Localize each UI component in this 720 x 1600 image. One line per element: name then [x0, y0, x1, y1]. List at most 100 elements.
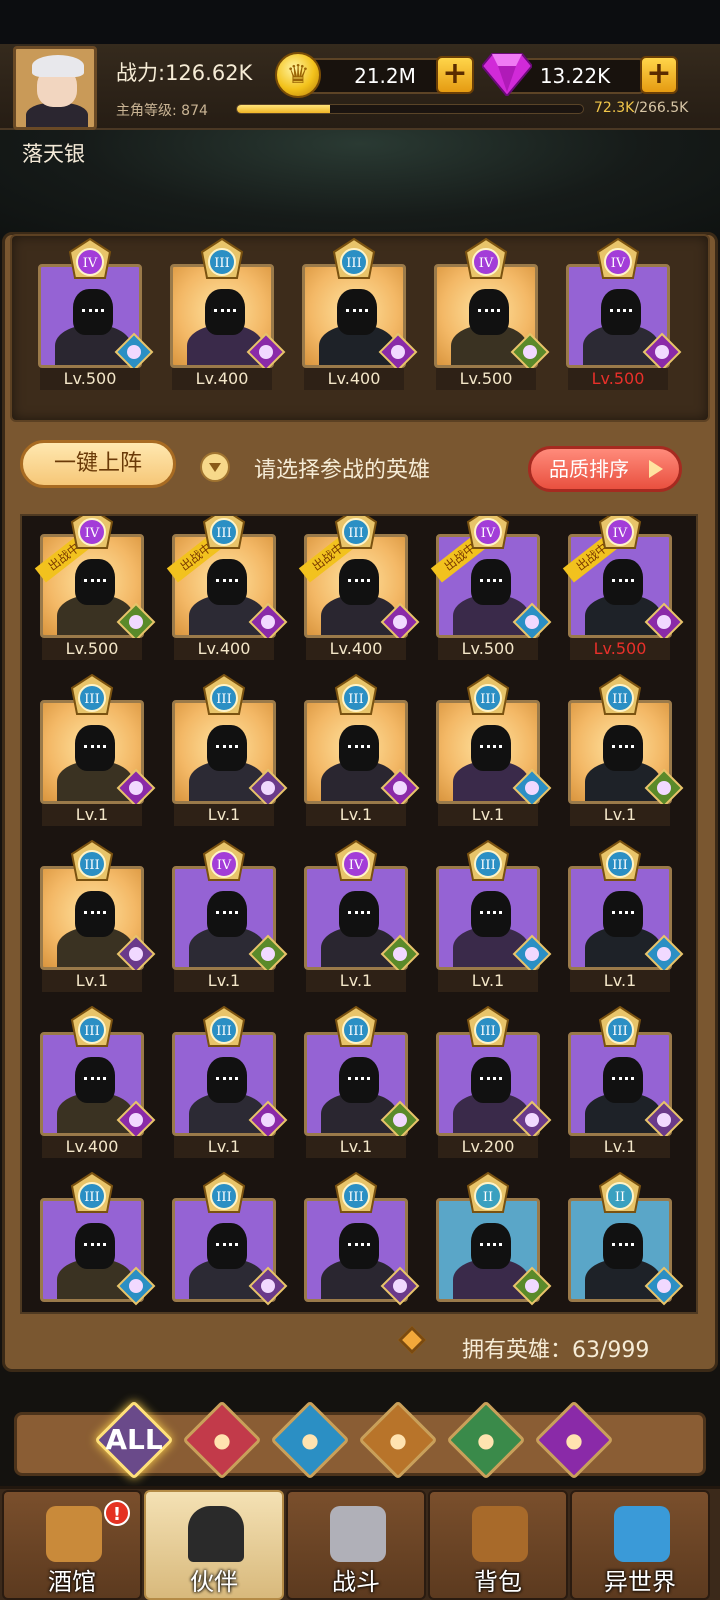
roster-hero-card[interactable]: III Lv.1	[568, 838, 684, 994]
hero-eyes	[612, 911, 634, 917]
filter-elf-label: ●	[477, 1428, 495, 1452]
demon-faction-icon	[248, 602, 288, 642]
rank-badge-icon: III	[334, 516, 378, 549]
nav-tab-otherworld[interactable]: 异世界	[570, 1490, 710, 1600]
nav-tab-partner[interactable]: 伙伴	[144, 1490, 284, 1600]
player-avatar[interactable]	[13, 46, 97, 130]
roster-hero-card[interactable]: 出战中 III Lv.400	[298, 516, 420, 662]
roster-hero-card[interactable]: III	[172, 1170, 288, 1312]
filter-human-label: ●	[213, 1428, 231, 1452]
demon-faction-icon	[644, 602, 684, 642]
character-icon	[188, 1506, 244, 1562]
svg-text:IV: IV	[481, 526, 496, 541]
rank-badge-icon: III	[466, 1006, 510, 1047]
roster-hero-card[interactable]: III Lv.1	[568, 672, 684, 828]
add-gold-button[interactable]: +	[436, 56, 474, 94]
hero-eyes	[480, 911, 502, 917]
hero-eyes	[348, 911, 370, 917]
elf-faction-icon	[116, 602, 156, 642]
roster-hero-card[interactable]: III Lv.1	[304, 1004, 420, 1160]
filter-human[interactable]: ●	[182, 1400, 262, 1480]
nav-tab-partner-label: 伙伴	[190, 1568, 238, 1596]
svg-text:III: III	[216, 1190, 231, 1205]
roster-hero-card[interactable]: III Lv.1	[436, 672, 552, 828]
svg-text:III: III	[480, 858, 495, 873]
exp-progress-bar	[236, 104, 584, 114]
lineup-hero-card[interactable]: III Lv.400	[302, 236, 418, 392]
svg-text:III: III	[612, 692, 627, 707]
rank-badge-icon: III	[202, 516, 246, 549]
rank-badge-icon: III	[598, 1006, 642, 1047]
roster-hero-card[interactable]: III	[40, 1170, 156, 1312]
lineup-hero-card[interactable]: IV Lv.500	[566, 236, 682, 392]
combat-power: 战力:126.62K	[116, 61, 253, 85]
hero-eyes	[348, 1077, 370, 1083]
hero-eyes	[84, 1077, 106, 1083]
lineup-hero-card[interactable]: IV Lv.500	[38, 236, 154, 392]
hero-level: Lv.1	[42, 804, 142, 826]
one-click-deploy-button[interactable]: 一键上阵	[20, 440, 176, 488]
hero-level: Lv.500	[438, 638, 538, 660]
roster-hero-card[interactable]: IV Lv.1	[172, 838, 288, 994]
demon-faction-icon	[378, 332, 418, 372]
roster-hero-card[interactable]: 出战中 IV Lv.500	[34, 516, 156, 662]
svg-text:III: III	[348, 526, 363, 541]
lineup-hero-card[interactable]: IV Lv.500	[434, 236, 550, 392]
hero-level: Lv.1	[438, 804, 538, 826]
roster-hero-card[interactable]: III Lv.400	[40, 1004, 156, 1160]
rank-badge-icon: III	[332, 238, 376, 279]
roster-hero-card[interactable]: III Lv.200	[436, 1004, 552, 1160]
filter-beast[interactable]: ●	[358, 1400, 438, 1480]
nav-tab-bag[interactable]: 背包	[428, 1490, 568, 1600]
svg-text:III: III	[612, 1024, 627, 1039]
merfolk-faction-icon	[644, 934, 684, 974]
status-strip	[0, 0, 720, 44]
nav-tab-battle[interactable]: 战斗	[286, 1490, 426, 1600]
roster-hero-card[interactable]: III Lv.1	[40, 672, 156, 828]
roster-hero-card[interactable]: III Lv.1	[568, 1004, 684, 1160]
player-name: 落天银	[22, 142, 85, 166]
roster-hero-card[interactable]: III Lv.1	[304, 672, 420, 828]
roster-hero-card[interactable]: II	[436, 1170, 552, 1312]
roster-hero-card[interactable]: II	[568, 1170, 684, 1312]
svg-text:III: III	[348, 1024, 363, 1039]
rank-badge-icon: III	[598, 674, 642, 715]
hero-eyes	[480, 579, 502, 585]
human-faction-icon	[644, 1100, 684, 1140]
roster-hero-card[interactable]: III Lv.1	[40, 838, 156, 994]
roster-hero-card[interactable]: 出战中 III Lv.400	[166, 516, 288, 662]
nav-tab-battle-label: 战斗	[332, 1568, 380, 1596]
filter-all[interactable]: ALL	[94, 1400, 174, 1480]
hero-roster[interactable]: 出战中 IV Lv.500 出战中 III Lv.400 出战中 III Lv.400 出战中 IV…	[20, 514, 698, 1314]
roster-hero-card[interactable]: III Lv.1	[172, 672, 288, 828]
hero-level: Lv.400	[306, 638, 406, 660]
roster-hero-card[interactable]: III Lv.1	[436, 838, 552, 994]
roster-hero-card[interactable]: 出战中 IV Lv.500	[430, 516, 552, 662]
hero-level: Lv.1	[570, 804, 670, 826]
lineup-hero-card[interactable]: III Lv.400	[170, 236, 286, 392]
svg-text:IV: IV	[611, 256, 626, 271]
add-gem-button[interactable]: +	[640, 56, 678, 94]
hero-eyes	[216, 579, 238, 585]
demon-faction-icon	[248, 1100, 288, 1140]
hero-eyes	[346, 309, 368, 315]
elf-faction-icon	[512, 1266, 552, 1306]
down-arrow-icon	[200, 452, 230, 482]
nav-tab-otherworld-label: 异世界	[604, 1568, 676, 1596]
roster-hero-card[interactable]: III Lv.1	[172, 1004, 288, 1160]
hero-eyes	[480, 745, 502, 751]
filter-elf[interactable]: ●	[446, 1400, 526, 1480]
rank-badge-icon: IV	[596, 238, 640, 279]
filter-demon[interactable]: ●	[534, 1400, 614, 1480]
hero-level: Lv.1	[570, 970, 670, 992]
quality-sort-button[interactable]: 品质排序	[528, 446, 682, 492]
rank-badge-icon: IV	[466, 516, 510, 549]
human-faction-icon	[380, 1266, 420, 1306]
filter-merfolk[interactable]: ●	[270, 1400, 350, 1480]
rank-badge-icon: III	[70, 674, 114, 715]
roster-hero-card[interactable]: 出战中 IV Lv.500	[562, 516, 684, 662]
roster-hero-card[interactable]: III	[304, 1170, 420, 1312]
rank-badge-icon: III	[202, 1172, 246, 1213]
roster-hero-card[interactable]: IV Lv.1	[304, 838, 420, 994]
svg-text:III: III	[84, 1190, 99, 1205]
